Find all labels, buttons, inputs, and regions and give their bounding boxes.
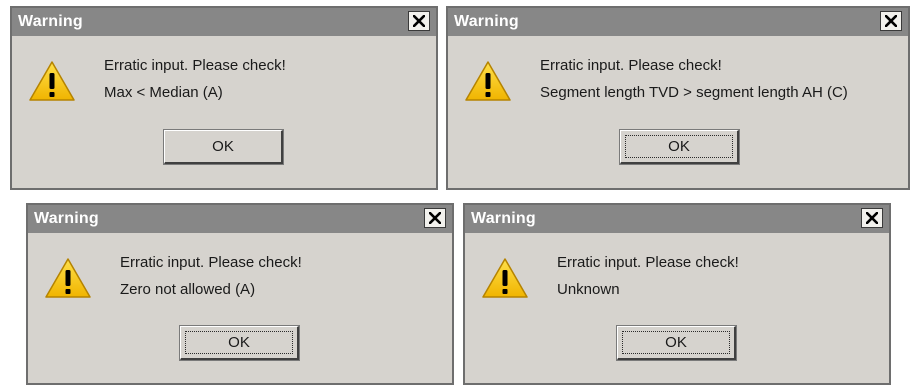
message-line-2: Max < Median (A) <box>104 84 223 101</box>
message-line-1: Erratic input. Please check! <box>120 254 302 271</box>
dialog-title: Warning <box>34 210 99 227</box>
dialog-message: Erratic input. Please check! Unknown <box>557 249 739 303</box>
dialog-message: Erratic input. Please check! Max < Media… <box>104 52 286 106</box>
ok-button[interactable]: OK <box>619 129 740 165</box>
dialog-title: Warning <box>471 210 536 227</box>
dialog-message: Erratic input. Please check! Zero not al… <box>120 249 302 303</box>
dialog-titlebar[interactable]: Warning <box>448 8 908 36</box>
warning-dialog-3: Warning Erratic input. Please check! Zer… <box>26 203 454 385</box>
message-line-1: Erratic input. Please check! <box>557 254 739 271</box>
dialog-titlebar[interactable]: Warning <box>465 205 889 233</box>
ok-button-label: OK <box>668 137 690 155</box>
warning-icon <box>45 258 91 298</box>
dialog-titlebar[interactable]: Warning <box>28 205 452 233</box>
message-line-2: Unknown <box>557 281 620 298</box>
close-icon <box>866 212 878 224</box>
close-icon <box>413 15 425 27</box>
close-button[interactable] <box>408 11 430 31</box>
close-button[interactable] <box>424 208 446 228</box>
ok-button-label: OK <box>228 333 250 351</box>
warning-icon <box>465 61 511 101</box>
message-line-1: Erratic input. Please check! <box>540 57 722 74</box>
warning-dialog-4: Warning Erratic input. Please check! Unk… <box>463 203 891 385</box>
warning-dialog-2: Warning Erratic input. Please check! Seg… <box>446 6 910 190</box>
message-line-2: Zero not allowed (A) <box>120 281 256 298</box>
warning-icon <box>29 61 75 101</box>
close-icon <box>885 15 897 27</box>
dialog-title: Warning <box>18 13 83 30</box>
ok-button[interactable]: OK <box>163 129 284 165</box>
close-icon <box>429 212 441 224</box>
message-line-1: Erratic input. Please check! <box>104 57 286 74</box>
ok-button[interactable]: OK <box>179 325 300 361</box>
ok-button-label: OK <box>212 137 234 155</box>
ok-button[interactable]: OK <box>616 325 737 361</box>
close-button[interactable] <box>861 208 883 228</box>
dialog-title: Warning <box>454 13 519 30</box>
ok-button-label: OK <box>665 333 687 351</box>
dialog-message: Erratic input. Please check! Segment len… <box>540 52 848 106</box>
warning-dialog-1: Warning Erratic input. Please check! Max… <box>10 6 438 190</box>
warning-icon <box>482 258 528 298</box>
dialog-titlebar[interactable]: Warning <box>12 8 436 36</box>
message-line-2: Segment length TVD > segment length AH (… <box>540 84 848 101</box>
close-button[interactable] <box>880 11 902 31</box>
